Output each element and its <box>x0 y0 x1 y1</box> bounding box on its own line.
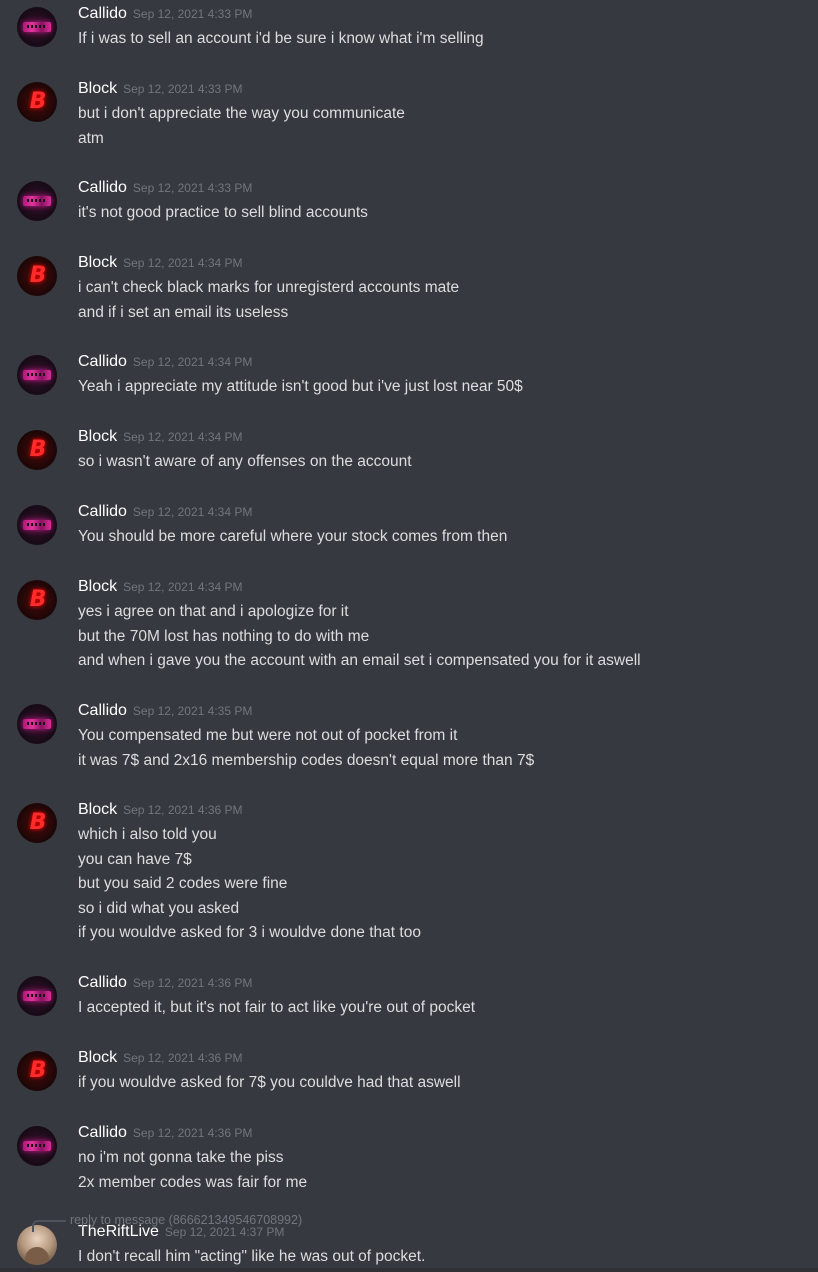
avatar[interactable] <box>17 976 57 1016</box>
timestamp: Sep 12, 2021 4:37 PM <box>164 1225 285 1239</box>
message-header: Callido Sep 12, 2021 4:36 PM <box>78 974 252 992</box>
message-text: it was 7$ and 2x16 membership codes does… <box>78 751 535 769</box>
avatar[interactable]: B <box>17 1051 57 1091</box>
block-avatar-icon: B <box>29 810 47 835</box>
message-text: and if i set an email its useless <box>78 303 289 321</box>
avatar[interactable]: B <box>17 82 57 122</box>
message-text: but you said 2 codes were fine <box>78 875 288 892</box>
callido-avatar-icon <box>23 991 51 1001</box>
avatar[interactable] <box>17 181 57 221</box>
message-text: I don't recall him "acting" like he was … <box>78 1248 426 1265</box>
timestamp: Sep 12, 2021 4:34 PM <box>132 505 253 519</box>
callido-avatar-icon <box>23 22 51 32</box>
avatar[interactable]: B <box>17 580 57 620</box>
therift-avatar-icon <box>25 1247 49 1265</box>
avatar[interactable] <box>17 704 57 744</box>
message-header: Callido Sep 12, 2021 4:34 PM <box>78 503 252 521</box>
username[interactable]: Block <box>78 578 117 595</box>
message-text: Yeah i appreciate my attitude isn't good… <box>78 378 523 395</box>
message-text: if you wouldve asked for 3 i wouldve don… <box>78 924 421 941</box>
reply-connector <box>32 1220 66 1232</box>
timestamp: Sep 12, 2021 4:33 PM <box>132 181 253 195</box>
username[interactable]: Block <box>78 80 117 97</box>
message-text: I accepted it, but it's not fair to act … <box>78 999 476 1016</box>
block-avatar-icon: B <box>29 587 47 612</box>
message-text: You should be more careful where your st… <box>78 528 508 545</box>
callido-avatar-icon <box>23 196 51 206</box>
message-header: Callido Sep 12, 2021 4:33 PM <box>78 179 252 197</box>
message-text: i can't check black marks for unregister… <box>78 279 460 296</box>
username[interactable]: Block <box>78 254 117 271</box>
timestamp: Sep 12, 2021 4:33 PM <box>123 82 243 96</box>
message-header: Block Sep 12, 2021 4:36 PM <box>78 801 243 819</box>
message-text: You compensated me but were not out of p… <box>78 727 458 744</box>
username[interactable]: Callido <box>78 5 127 22</box>
avatar[interactable] <box>17 7 57 47</box>
message-header: Block Sep 12, 2021 4:33 PM <box>78 80 243 98</box>
username[interactable]: Block <box>78 801 117 818</box>
timestamp: Sep 12, 2021 4:36 PM <box>132 976 253 990</box>
callido-avatar-icon <box>23 520 51 530</box>
message-text: you can have 7$ <box>78 850 192 868</box>
message-text: If i was to sell an account i'd be sure … <box>78 30 484 47</box>
username[interactable]: Callido <box>78 974 127 991</box>
avatar[interactable] <box>17 355 57 395</box>
message-text: 2x member codes was fair for me <box>78 1173 308 1191</box>
callido-avatar-icon <box>23 1141 51 1151</box>
timestamp: Sep 12, 2021 4:36 PM <box>123 803 243 817</box>
message-text: but the 70M lost has nothing to do with … <box>78 627 370 645</box>
username[interactable]: Callido <box>78 353 127 370</box>
timestamp: Sep 12, 2021 4:34 PM <box>123 430 243 444</box>
message-header: Block Sep 12, 2021 4:34 PM <box>78 428 243 446</box>
callido-avatar-icon <box>23 370 51 380</box>
avatar[interactable]: B <box>17 430 57 470</box>
message-text: yes i agree on that and i apologize for … <box>78 603 349 620</box>
message-text: if you wouldve asked for 7$ you couldve … <box>78 1074 461 1091</box>
message-text: no i'm not gonna take the piss <box>78 1149 284 1166</box>
message-header: Callido Sep 12, 2021 4:36 PM <box>78 1124 252 1142</box>
reply-reference[interactable]: reply to message (866621349546708992) <box>70 1213 302 1227</box>
avatar[interactable]: B <box>17 256 57 296</box>
callido-avatar-icon <box>23 719 51 729</box>
chat-log: Callido Sep 12, 2021 4:33 PM If i was to s… <box>0 0 818 1272</box>
message-text: but i don't appreciate the way you commu… <box>78 105 405 122</box>
avatar[interactable]: B <box>17 803 57 843</box>
timestamp: Sep 12, 2021 4:34 PM <box>123 256 243 270</box>
message-text: which i also told you <box>78 826 217 843</box>
message-text: it's not good practice to sell blind acc… <box>78 204 368 221</box>
timestamp: Sep 12, 2021 4:36 PM <box>123 1051 243 1065</box>
timestamp: Sep 12, 2021 4:35 PM <box>132 704 253 718</box>
timestamp: Sep 12, 2021 4:34 PM <box>132 355 253 369</box>
message-header: Callido Sep 12, 2021 4:33 PM <box>78 5 252 23</box>
username[interactable]: Callido <box>78 702 127 719</box>
message-header: Callido Sep 12, 2021 4:35 PM <box>78 702 252 720</box>
block-avatar-icon: B <box>29 1058 47 1083</box>
message-text: so i did what you asked <box>78 899 240 917</box>
username[interactable]: Callido <box>78 1124 127 1141</box>
username[interactable]: Callido <box>78 503 127 520</box>
block-avatar-icon: B <box>29 263 47 288</box>
message-header: Block Sep 12, 2021 4:34 PM <box>78 578 243 596</box>
message-text: atm <box>78 129 104 147</box>
avatar[interactable] <box>17 505 57 545</box>
username[interactable]: Callido <box>78 179 127 196</box>
username[interactable]: Block <box>78 1049 117 1066</box>
avatar[interactable] <box>17 1126 57 1166</box>
block-avatar-icon: B <box>29 89 47 114</box>
message-text: so i wasn't aware of any offenses on the… <box>78 453 412 470</box>
message-header: Block Sep 12, 2021 4:36 PM <box>78 1049 243 1067</box>
chat-bottom-edge <box>0 1268 818 1272</box>
timestamp: Sep 12, 2021 4:36 PM <box>132 1126 253 1140</box>
message-text: and when i gave you the account with an … <box>78 652 641 669</box>
timestamp: Sep 12, 2021 4:33 PM <box>132 7 253 21</box>
username[interactable]: Block <box>78 428 117 445</box>
message-header: Callido Sep 12, 2021 4:34 PM <box>78 353 252 371</box>
message-header: Block Sep 12, 2021 4:34 PM <box>78 254 243 272</box>
timestamp: Sep 12, 2021 4:34 PM <box>123 580 243 594</box>
block-avatar-icon: B <box>29 437 47 462</box>
